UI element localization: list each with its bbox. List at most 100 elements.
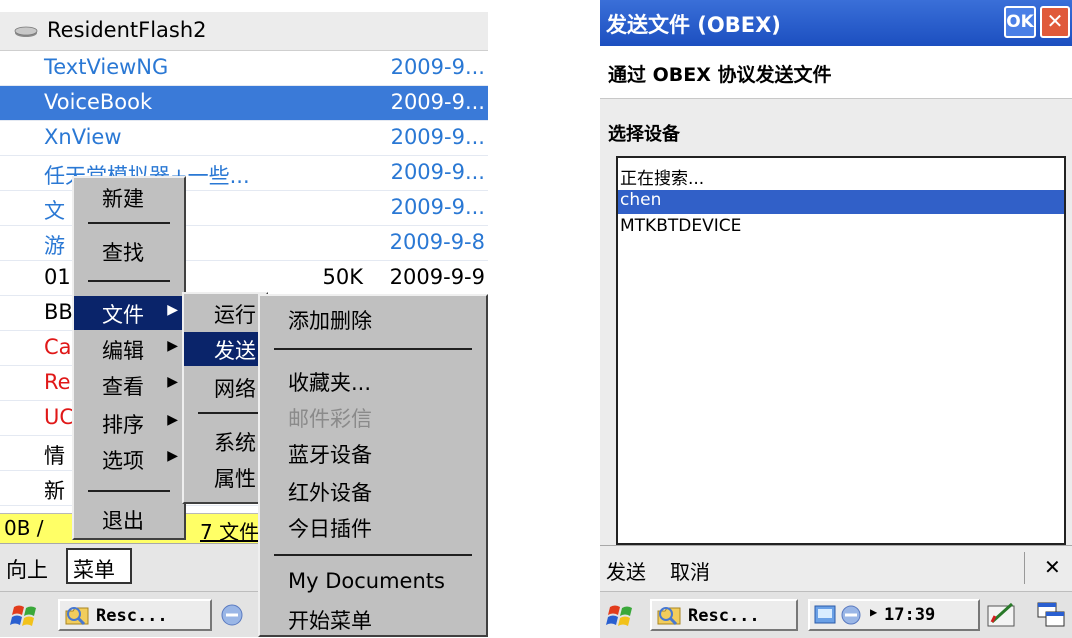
send-submenu: 添加删除 收藏夹... 邮件彩信 蓝牙设备 红外设备 今日插件 My Docum… <box>258 294 488 637</box>
file-row[interactable]: TextViewNG 2009-9... <box>0 51 488 86</box>
file-date: 2009-9... <box>390 195 485 219</box>
windows-switcher-icon[interactable] <box>1036 601 1066 629</box>
subtitle-band: 通过 OBEX 协议发送文件 <box>600 46 1072 99</box>
left-screen: ResidentFlash2 TextViewNG 2009-9... VoiceB… <box>0 0 492 637</box>
tray-area: ▶ 17:39 <box>808 599 980 631</box>
menu-item-today-plugin[interactable]: 今日插件 <box>260 510 486 544</box>
task-label: Resc... <box>96 606 168 626</box>
menu-item-add-remove[interactable]: 添加删除 <box>260 302 486 336</box>
menu-button[interactable]: 菜单 <box>66 548 132 584</box>
menu-item-send[interactable]: 发送 <box>184 332 266 366</box>
device-item-selected[interactable]: chen <box>618 190 1064 214</box>
file-name: 情 <box>44 444 65 468</box>
file-size: 50K <box>322 265 364 289</box>
menu-separator <box>274 554 472 556</box>
device-list[interactable]: 正在搜索... chen MTKBTDEVICE <box>616 156 1066 545</box>
file-row-selected[interactable]: VoiceBook 2009-9... <box>0 86 488 121</box>
divider <box>1024 552 1025 584</box>
cancel-button[interactable]: 取消 <box>670 556 710 585</box>
connection-icon[interactable] <box>220 601 250 629</box>
file-name: Ca <box>44 335 72 359</box>
file-name: BB <box>44 300 73 324</box>
explorer-icon <box>657 607 681 626</box>
dialog-subtitle: 通过 OBEX 协议发送文件 <box>608 64 832 86</box>
menu-item-new[interactable]: 新建 <box>74 180 184 214</box>
close-button[interactable]: ✕ <box>1040 6 1070 38</box>
file-name: 新 <box>44 479 65 503</box>
explorer-icon <box>65 607 89 626</box>
file-name: 游 <box>44 234 65 258</box>
menu-item-my-documents[interactable]: My Documents <box>260 566 486 600</box>
device-item[interactable]: MTKBTDEVICE <box>618 216 1064 240</box>
menu-item-find[interactable]: 查找 <box>74 234 184 268</box>
menu-separator <box>198 412 266 414</box>
submenu-arrow-icon: ▶ <box>167 374 178 390</box>
file-name: 文 <box>44 199 65 223</box>
menu-separator <box>274 348 472 350</box>
menu-separator <box>88 222 170 224</box>
submenu-arrow-icon: ▶ <box>167 338 178 354</box>
windows-start-icon[interactable] <box>10 601 42 631</box>
command-bar: 发送 取消 ✕ <box>600 545 1072 592</box>
menu-separator <box>88 280 170 282</box>
task-button-resc[interactable]: Resc... <box>58 599 212 631</box>
title-bar: 发送文件 (OBEX) OK ✕ <box>600 0 1072 46</box>
menu-item-system[interactable]: 系统 <box>184 424 266 458</box>
file-date: 2009-9... <box>390 160 485 184</box>
menu-item-edit[interactable]: 编辑 ▶ <box>74 332 184 366</box>
file-name: Re <box>44 370 71 394</box>
menu-item-network[interactable]: 网络 <box>184 370 266 404</box>
menu-item-infrared[interactable]: 红外设备 <box>260 474 486 508</box>
menu-separator <box>88 490 170 492</box>
tray-arrow-icon: ▶ <box>870 605 878 619</box>
submenu-arrow-icon: ▶ <box>167 302 178 318</box>
windows-start-icon[interactable] <box>606 601 638 631</box>
context-menu: 新建 查找 文件 ▶ 编辑 ▶ 查看 ▶ 排序 ▶ 选项 ▶ 退出 <box>72 176 186 540</box>
taskbar: Resc... ▶ 17:39 <box>600 591 1072 638</box>
menu-item-favorites[interactable]: 收藏夹... <box>260 364 486 398</box>
file-date: 2009-9... <box>390 55 485 79</box>
menu-item-file[interactable]: 文件 ▶ <box>74 296 184 330</box>
drive-icon <box>14 26 38 37</box>
clock[interactable]: 17:39 <box>884 605 935 625</box>
menu-item-exit[interactable]: 退出 <box>74 502 184 536</box>
up-button[interactable]: 向上 <box>6 554 48 584</box>
dialog-title: 发送文件 (OBEX) <box>606 13 781 37</box>
menu-item-properties[interactable]: 属性 <box>184 460 266 494</box>
file-name: TextViewNG <box>44 55 169 79</box>
menu-item-view[interactable]: 查看 ▶ <box>74 368 184 402</box>
task-button-resc[interactable]: Resc... <box>650 599 798 631</box>
task-label: Resc... <box>688 606 760 626</box>
ok-button[interactable]: OK <box>1004 6 1036 38</box>
submenu-arrow-icon: ▶ <box>167 412 178 428</box>
menu-item-start-menu[interactable]: 开始菜单 <box>260 602 486 636</box>
send-file-dialog: 发送文件 (OBEX) OK ✕ 通过 OBEX 协议发送文件 选择设备 正在搜… <box>600 0 1072 637</box>
device-item[interactable]: 正在搜索... <box>618 164 1064 189</box>
connection-icon[interactable] <box>840 604 866 626</box>
submenu-arrow-icon: ▶ <box>167 448 178 464</box>
file-date: 2009-9... <box>390 125 485 149</box>
file-date: 2009-9-9 <box>389 265 485 289</box>
file-row[interactable]: XnView 2009-9... <box>0 121 488 156</box>
send-button[interactable]: 发送 <box>606 556 646 585</box>
status-size: 0B / <box>4 516 44 540</box>
folder-title: ResidentFlash2 <box>47 18 207 42</box>
menu-item-sort[interactable]: 排序 ▶ <box>74 406 184 440</box>
file-submenu: 运行 发送 网络 系统 属性 <box>182 292 268 504</box>
file-name: VoiceBook <box>44 90 153 114</box>
device-label: 选择设备 <box>608 124 680 145</box>
status-count: 7 文件, <box>200 520 266 544</box>
menu-item-run[interactable]: 运行 <box>184 296 266 330</box>
file-name: UC <box>44 405 75 429</box>
dismiss-icon[interactable]: ✕ <box>1044 555 1061 579</box>
file-name: 01 <box>44 265 71 289</box>
folder-header: ResidentFlash2 <box>0 12 488 51</box>
input-panel-icon[interactable] <box>986 600 1020 630</box>
file-date: 2009-9-8 <box>389 230 485 254</box>
file-name: XnView <box>44 125 122 149</box>
menu-item-bluetooth[interactable]: 蓝牙设备 <box>260 436 486 470</box>
tray-app-icon[interactable] <box>814 604 836 626</box>
menu-item-mail-mms: 邮件彩信 <box>288 407 372 431</box>
menu-item-options[interactable]: 选项 ▶ <box>74 442 184 476</box>
file-date: 2009-9... <box>390 90 485 114</box>
